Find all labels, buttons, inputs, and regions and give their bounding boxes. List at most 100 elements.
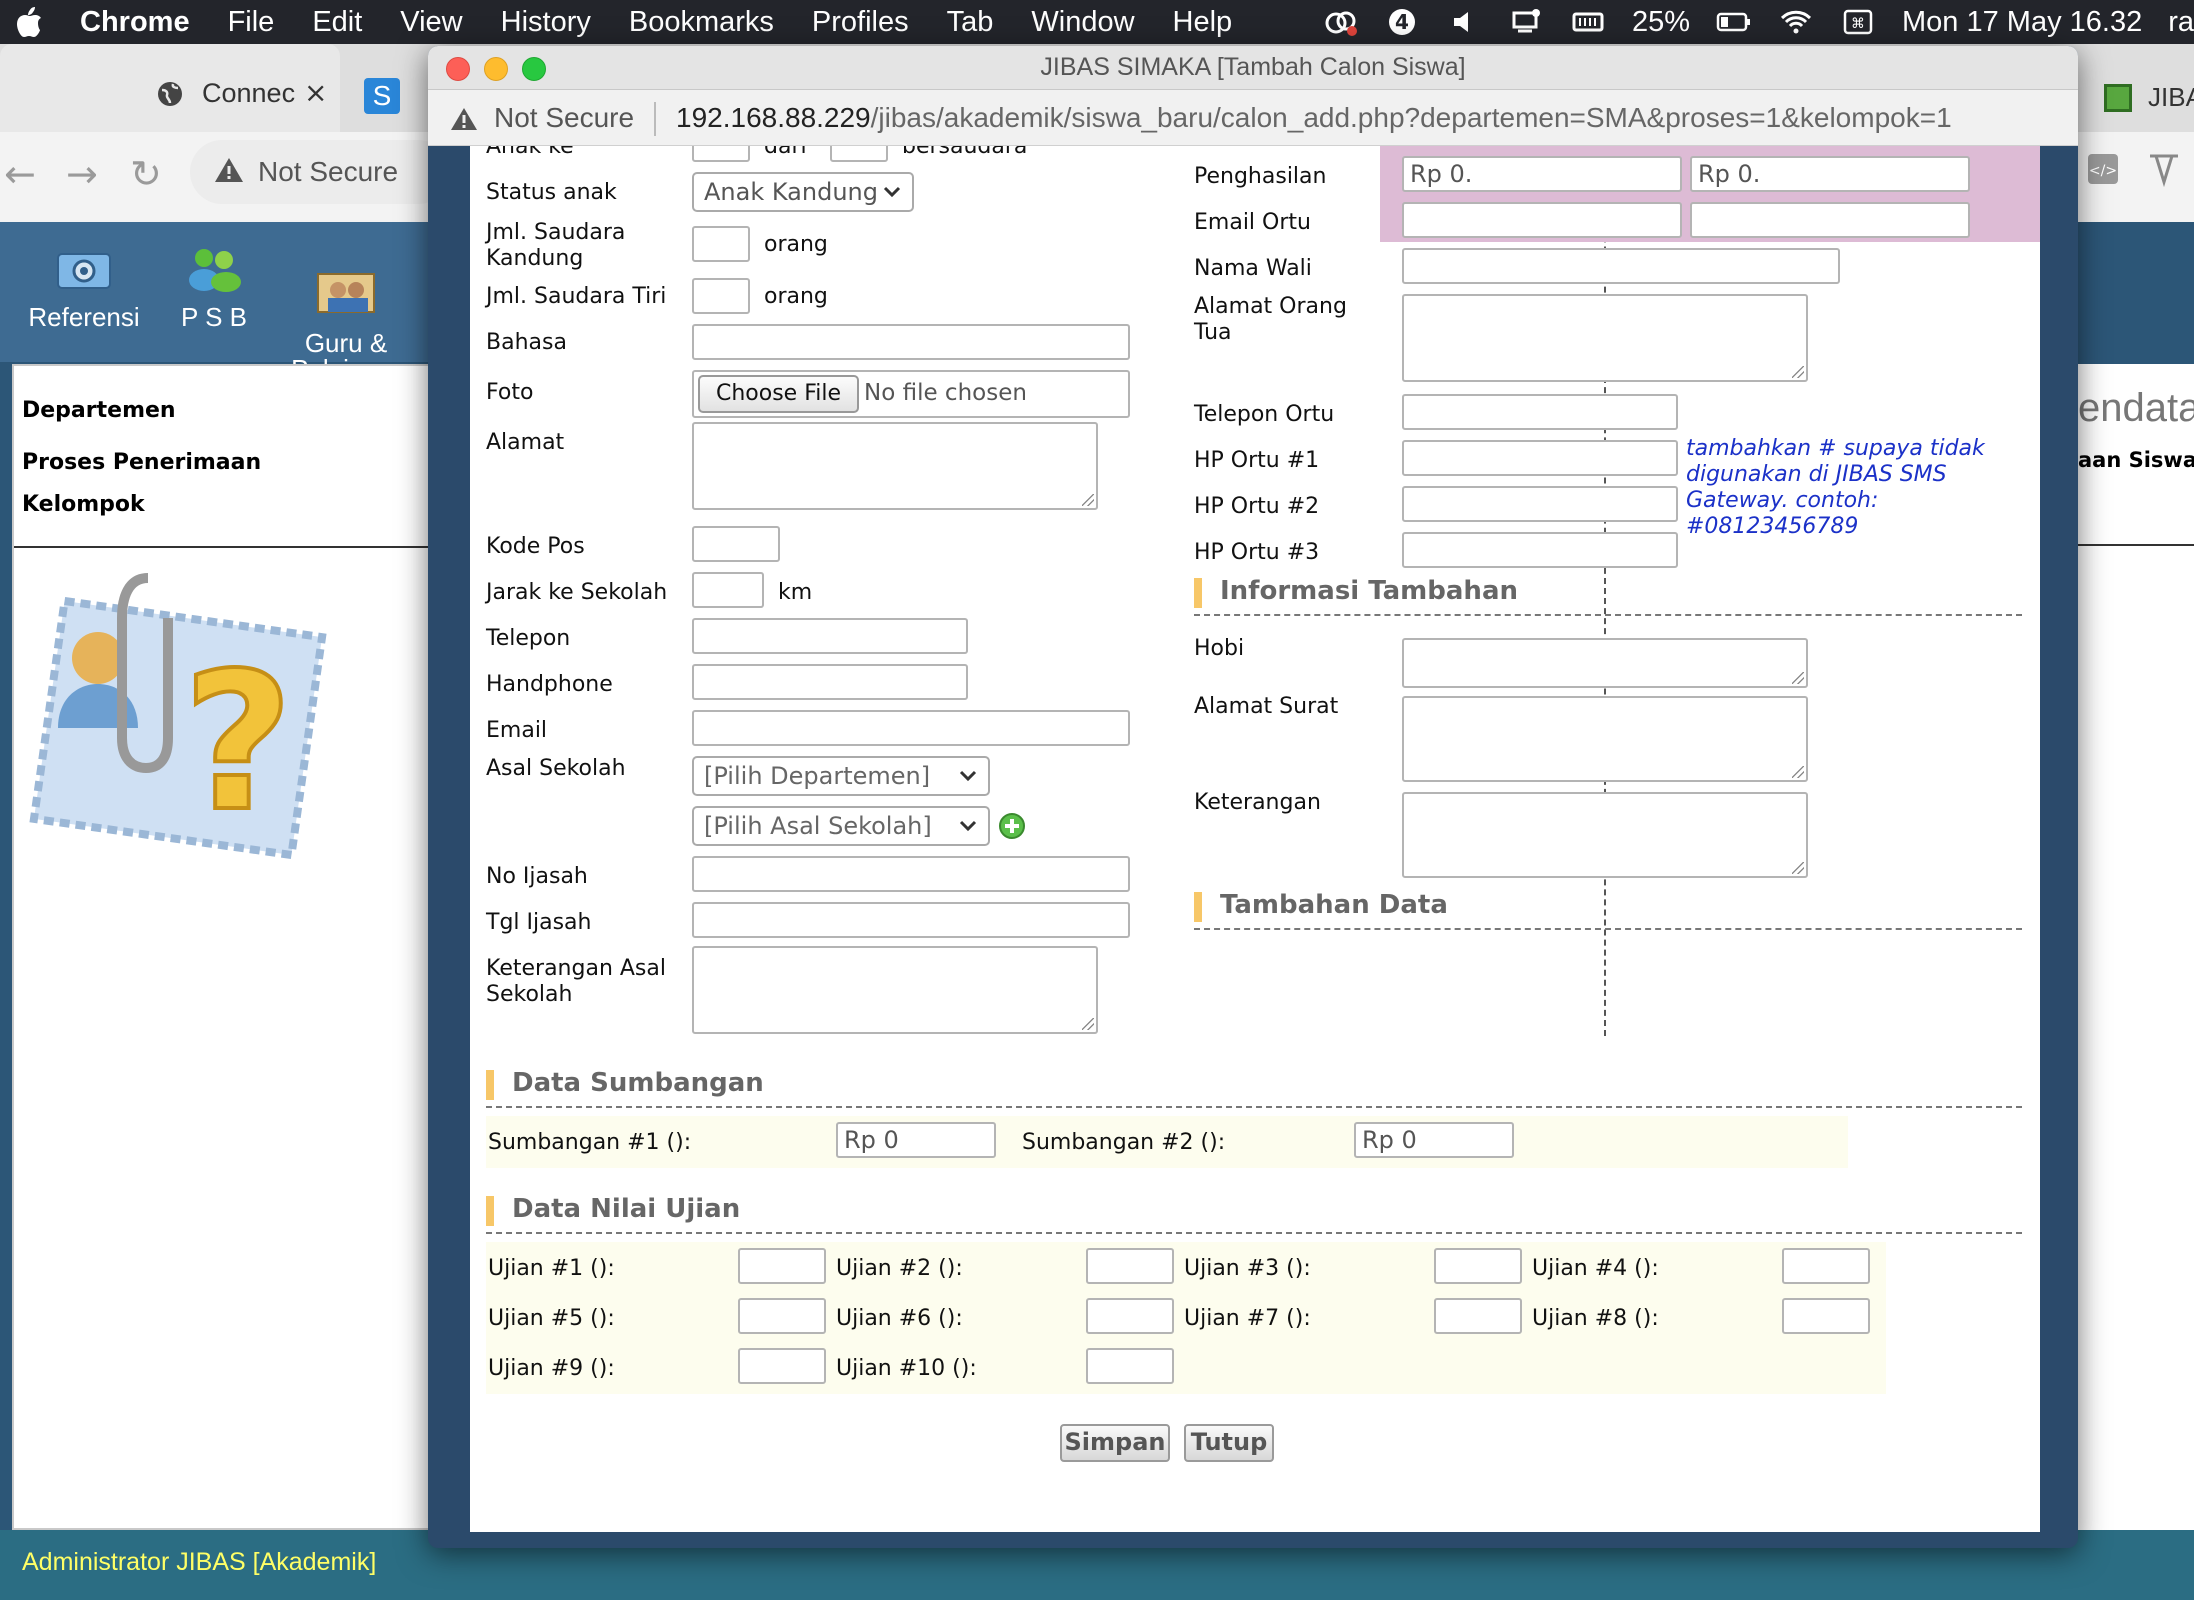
ujian-2-input[interactable] [1086, 1248, 1174, 1284]
penghasilan-ayah-input[interactable]: Rp 0. [1402, 156, 1682, 192]
alamat-ortu-textarea[interactable] [1402, 294, 1808, 382]
hp-ortu-1-input[interactable] [1402, 440, 1678, 476]
status-anak-select[interactable]: Anak Kandung [692, 172, 914, 212]
email-ibu-input[interactable] [1690, 202, 1970, 238]
tab-favicon-s[interactable]: S [364, 78, 400, 114]
reload-icon[interactable]: ↻ [130, 152, 162, 196]
menu-help[interactable]: Help [1173, 6, 1233, 39]
keyboard-icon[interactable]: ⌘ [1840, 7, 1876, 37]
ujian-4-label: Ujian #4 (): [1532, 1256, 1659, 1281]
tgl-ijasah-input[interactable] [692, 902, 1130, 938]
handphone-input[interactable] [692, 664, 968, 700]
bahasa-input[interactable] [692, 324, 1130, 360]
nama-wali-input[interactable] [1402, 248, 1840, 284]
menubar-user[interactable]: ra [2168, 6, 2194, 39]
background-tab-label: JIBA [2148, 82, 2194, 112]
sumbangan-1-input[interactable]: Rp 0 [836, 1122, 996, 1158]
menu-file[interactable]: File [228, 6, 275, 39]
menu-profiles[interactable]: Profiles [812, 6, 909, 39]
jarak-input[interactable] [692, 572, 764, 608]
globe-icon [158, 82, 182, 106]
nav-referensi[interactable]: Referensi [22, 242, 146, 330]
ujian-4-input[interactable] [1782, 1248, 1870, 1284]
ujian-7-input[interactable] [1434, 1298, 1522, 1334]
no-ijasah-input[interactable] [692, 856, 1130, 892]
apple-logo-icon[interactable] [14, 5, 44, 39]
sumbangan-2-input[interactable]: Rp 0 [1354, 1122, 1514, 1158]
alamat-surat-textarea[interactable] [1402, 696, 1808, 782]
nama-wali-label: Nama Wali [1194, 256, 1312, 281]
add-icon[interactable] [998, 812, 1026, 840]
background-tab-connect[interactable]: Connec × [0, 44, 340, 132]
proses-penerimaan-label: Proses Penerimaan [22, 450, 262, 475]
foto-file-input[interactable]: Choose File No file chosen [692, 370, 1130, 418]
popup-address-bar[interactable]: Not Secure 192.168.88.229/jibas/akademik… [428, 90, 2078, 146]
email-ayah-input[interactable] [1402, 202, 1682, 238]
ujian-8-input[interactable] [1782, 1298, 1870, 1334]
penghasilan-ibu-input[interactable]: Rp 0. [1690, 156, 1970, 192]
telepon-ortu-input[interactable] [1402, 394, 1678, 430]
battery-percentage: 25% [1631, 5, 1690, 38]
background-tab-jibas[interactable]: JIBA [2092, 80, 2194, 116]
ujian-3-input[interactable] [1434, 1248, 1522, 1284]
departemen-label: Departemen [22, 398, 176, 423]
simpan-button[interactable]: Simpan [1060, 1424, 1170, 1462]
jumlah-saudara-input[interactable] [830, 146, 888, 162]
menu-chrome[interactable]: Chrome [80, 6, 190, 39]
hp-ortu-2-input[interactable] [1402, 486, 1678, 522]
alamat-textarea[interactable] [692, 422, 1098, 510]
forward-arrow-icon[interactable]: → [66, 152, 98, 196]
background-tab-label: Connec [202, 78, 296, 108]
popup-window: JIBAS SIMAKA [Tambah Calon Siswa] Not Se… [428, 46, 2078, 1548]
back-arrow-icon[interactable]: ← [4, 152, 36, 196]
saudara-kandung-input[interactable] [692, 226, 750, 262]
creative-cloud-icon[interactable] [1322, 7, 1358, 37]
penghasilan-label: Penghasilan [1194, 164, 1327, 189]
menu-edit[interactable]: Edit [312, 6, 362, 39]
keterangan-textarea[interactable] [1402, 792, 1808, 878]
ujian-5-input[interactable] [738, 1298, 826, 1334]
ujian-5-label: Ujian #5 (): [488, 1306, 615, 1331]
anak-ke-input[interactable] [692, 146, 750, 162]
panel-divider [14, 546, 434, 548]
kode-pos-label: Kode Pos [486, 534, 585, 559]
section-title: Data Nilai Ujian [512, 1194, 741, 1224]
hp-ortu-1-label: HP Ortu #1 [1194, 448, 1320, 473]
close-icon[interactable]: × [304, 76, 327, 109]
svg-text:⌘: ⌘ [1851, 16, 1865, 32]
menu-window[interactable]: Window [1031, 6, 1134, 39]
background-address-bar[interactable]: Not Secure [190, 140, 450, 204]
users-group-icon [189, 249, 241, 292]
hobi-textarea[interactable] [1402, 638, 1808, 688]
ujian-9-input[interactable] [738, 1348, 826, 1384]
nav-psb[interactable]: P S B [164, 242, 264, 330]
pilih-asal-sekolah-select[interactable]: [Pilih Asal Sekolah] [692, 806, 990, 846]
kode-pos-input[interactable] [692, 526, 780, 562]
battery-icon[interactable] [1716, 7, 1752, 37]
ujian-6-input[interactable] [1086, 1298, 1174, 1334]
section-dashed-line [1194, 614, 2022, 616]
telepon-input[interactable] [692, 618, 968, 654]
ujian-1-input[interactable] [738, 1248, 826, 1284]
menu-view[interactable]: View [400, 6, 462, 39]
pilih-departemen-select[interactable]: [Pilih Departemen] [692, 756, 990, 796]
notification-icon[interactable] [1508, 7, 1544, 37]
menu-tab[interactable]: Tab [947, 6, 994, 39]
ujian-10-input[interactable] [1086, 1348, 1174, 1384]
popup-url[interactable]: 192.168.88.229/jibas/akademik/siswa_baru… [676, 102, 1952, 134]
at-sign-icon[interactable]: 4 [1384, 7, 1420, 37]
keterangan-asal-textarea[interactable] [692, 946, 1098, 1034]
tutup-button[interactable]: Tutup [1184, 1424, 1274, 1462]
wifi-icon[interactable] [1778, 7, 1814, 37]
menu-bookmarks[interactable]: Bookmarks [629, 6, 774, 39]
email-input[interactable] [692, 710, 1130, 746]
section-dashed-line [486, 1106, 2022, 1108]
extension-icons[interactable]: </> [2080, 150, 2190, 190]
hp-ortu-3-input[interactable] [1402, 532, 1678, 568]
menubar-clock[interactable]: Mon 17 May 16.32 [1902, 6, 2142, 39]
saudara-tiri-input[interactable] [692, 278, 750, 314]
memory-icon[interactable] [1570, 7, 1606, 37]
volume-icon[interactable] [1446, 7, 1482, 37]
choose-file-button[interactable]: Choose File [698, 375, 860, 413]
menu-history[interactable]: History [501, 6, 591, 39]
